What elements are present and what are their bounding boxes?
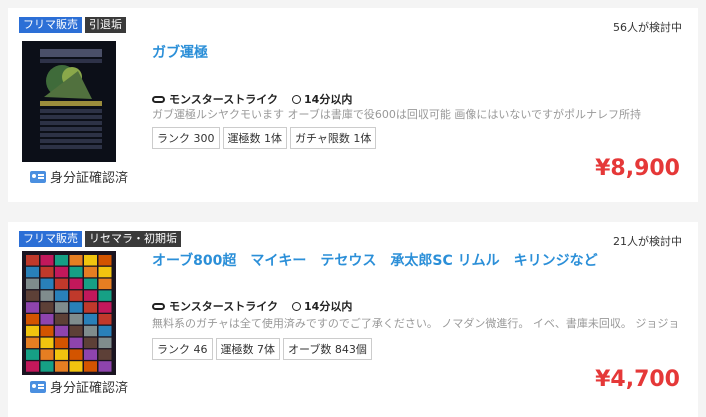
id-card-icon (30, 380, 46, 393)
spec-orb-count: オーブ数 843個 (283, 338, 372, 360)
gamepad-icon (152, 95, 165, 103)
delivery-time: 14分以内 (304, 93, 353, 106)
game-name: モンスターストライク (169, 300, 279, 313)
tag-list: フリマ販売 リセマラ・初期垢 (19, 231, 181, 247)
spec-rank: ランク 46 (152, 338, 213, 360)
account-type-tag: 引退垢 (85, 17, 126, 33)
listing-card[interactable]: フリマ販売 リセマラ・初期垢 21人が検討中 オーブ800超 マイキー テセウス… (8, 222, 698, 417)
spec-list: ランク 46 運極数 7体 オーブ数 843個 (152, 338, 372, 360)
listing-description: 無料系のガチャは全て使用済みですのでご了承ください。 ノマダン微進行。 イベ、書… (152, 317, 680, 330)
delivery-time: 14分以内 (304, 300, 353, 313)
watchers-count: 21人が検討中 (613, 235, 682, 248)
listing-price: ¥4,700 (595, 367, 680, 392)
gamepad-icon (152, 302, 165, 310)
sale-type-tag: フリマ販売 (19, 231, 82, 247)
listing-title[interactable]: ガブ運極 (152, 42, 208, 62)
clock-icon (292, 94, 302, 104)
listing-title[interactable]: オーブ800超 マイキー テセウス 承太郎SC リムル キリンジなど (152, 250, 598, 270)
watchers-count: 56人が検討中 (613, 21, 682, 34)
spec-unkyoku: 運極数 7体 (215, 338, 280, 360)
id-verified-badge: 身分証確認済 (30, 377, 128, 396)
spec-gacha-limited: ガチャ限数 1体 (290, 127, 377, 149)
sale-type-tag: フリマ販売 (19, 17, 82, 33)
listing-thumbnail[interactable] (22, 41, 116, 162)
listing-card[interactable]: フリマ販売 引退垢 56人が検討中 ガブ運極 モンスターストライク 14分以内 … (8, 8, 698, 202)
listing-description: ガブ運極ルシヤクモいます オーブは書庫で役600は回収可能 画像にはいないですが… (152, 108, 641, 121)
tag-list: フリマ販売 引退垢 (19, 17, 126, 33)
listing-price: ¥8,900 (595, 156, 680, 181)
spec-unkyoku: 運極数 1体 (222, 127, 287, 149)
spec-list: ランク 300 運極数 1体 ガチャ限数 1体 (152, 127, 377, 149)
account-type-tag: リセマラ・初期垢 (85, 231, 181, 247)
listing-meta: モンスターストライク 14分以内 (152, 91, 352, 107)
game-name: モンスターストライク (169, 93, 279, 106)
id-card-icon (30, 170, 46, 183)
id-verified-label: 身分証確認済 (50, 381, 129, 396)
spec-rank: ランク 300 (152, 127, 220, 149)
listing-meta: モンスターストライク 14分以内 (152, 298, 352, 314)
id-verified-badge: 身分証確認済 (30, 167, 128, 186)
listing-thumbnail[interactable] (22, 251, 116, 375)
id-verified-label: 身分証確認済 (50, 171, 129, 186)
clock-icon (292, 301, 302, 311)
